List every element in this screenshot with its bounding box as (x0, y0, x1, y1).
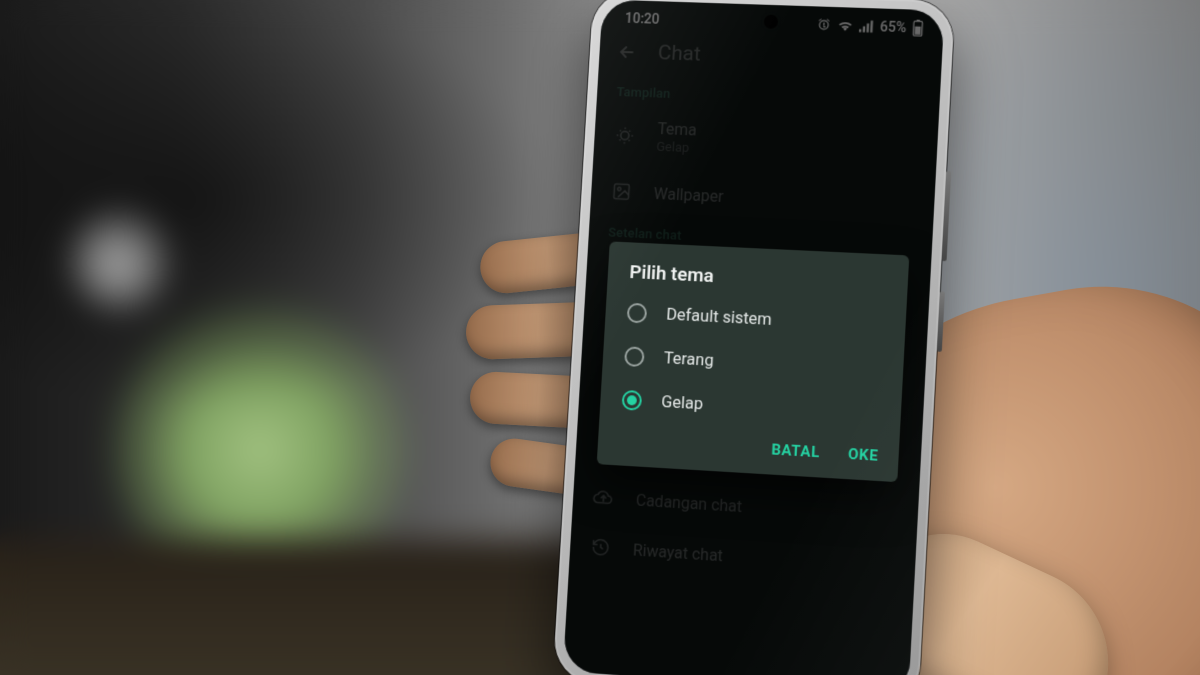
radio-icon (624, 346, 645, 367)
option-label: Gelap (661, 393, 704, 414)
phone-screen: 10:20 65% (563, 0, 945, 675)
ok-button[interactable]: OKE (848, 445, 879, 465)
option-label: Default sistem (666, 305, 772, 329)
radio-icon (627, 303, 648, 324)
option-label: Terang (663, 349, 714, 371)
radio-icon (621, 390, 642, 411)
cancel-button[interactable]: BATAL (771, 440, 820, 461)
phone: 10:20 65% (552, 0, 955, 675)
photo-scene: 10:20 65% (0, 0, 1200, 675)
theme-dialog: Pilih tema Default sistem Terang Gelap (597, 241, 910, 482)
